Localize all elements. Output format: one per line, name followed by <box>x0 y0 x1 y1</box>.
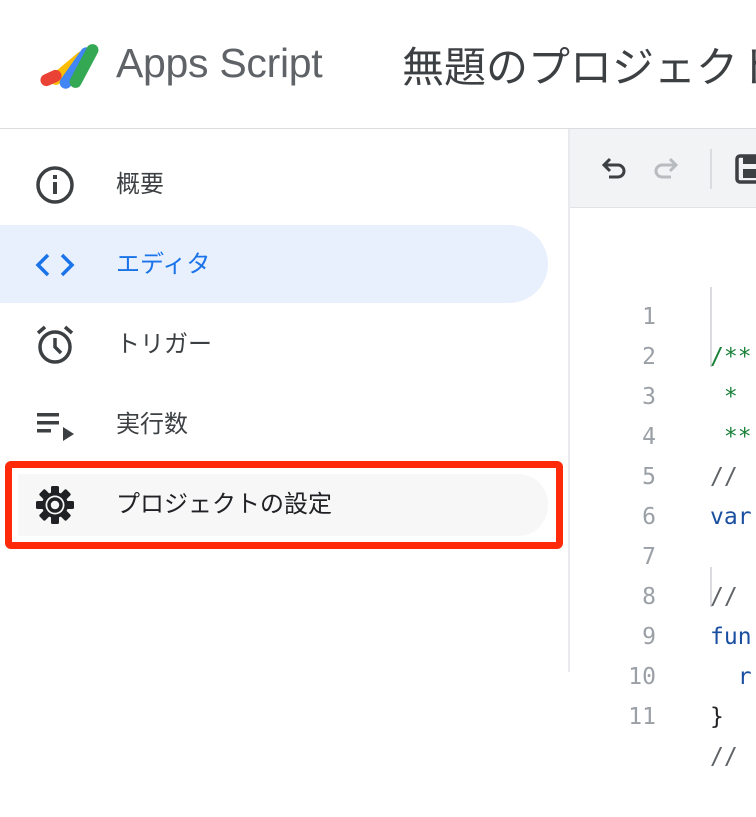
app-header: Apps Script 無題のプロジェクト <box>0 0 756 129</box>
code-text: } <box>710 704 724 730</box>
undo-icon[interactable] <box>596 151 630 185</box>
sidebar-item-editor[interactable]: エディタ <box>0 225 548 303</box>
toolbar-separator <box>710 149 712 189</box>
editor-toolbar <box>570 129 756 208</box>
project-title[interactable]: 無題のプロジェクト <box>402 34 756 95</box>
sidebar-nav: 概要 エディタ トリガー 実行数 <box>0 129 568 672</box>
code-line: 10 } <box>570 617 756 730</box>
code-line: 3 ** <box>570 337 756 450</box>
sidebar-item-project-settings[interactable]: プロジェクトの設定 <box>0 465 548 543</box>
code-text: // <box>710 744 738 770</box>
code-line: 9 r <box>570 577 756 690</box>
save-icon[interactable] <box>734 151 756 185</box>
line-number: 11 <box>628 704 656 730</box>
code-line: 11 // <box>570 657 756 770</box>
code-line: 6 <box>570 457 756 530</box>
apps-script-logo[interactable] <box>38 36 104 92</box>
code-line: 4 // <box>570 377 756 490</box>
code-line: 5 var <box>570 417 756 530</box>
alarm-clock-icon <box>36 325 74 364</box>
code-line: 1 /** <box>570 257 756 370</box>
sidebar-item-overview[interactable]: 概要 <box>0 145 548 223</box>
sidebar-item-triggers[interactable]: トリガー <box>0 305 548 383</box>
info-icon <box>36 166 74 204</box>
app-name[interactable]: Apps Script <box>116 40 323 87</box>
sidebar-item-label: エディタ <box>116 250 211 278</box>
sidebar-item-label: 実行数 <box>116 410 188 438</box>
code-line: 7 // . <box>570 497 756 610</box>
sidebar-item-label: プロジェクトの設定 <box>116 490 332 518</box>
code-line: 8 fun <box>570 537 756 650</box>
redo-icon[interactable] <box>650 151 684 185</box>
code-editor-panel: 1 /** 2 * 3 ** 4 // 5 var 6 7 // . 8 <box>570 129 756 770</box>
sidebar-item-executions[interactable]: 実行数 <box>0 385 548 463</box>
sidebar-item-label: トリガー <box>116 330 212 358</box>
sidebar-item-label: 概要 <box>116 170 164 198</box>
gear-icon <box>36 486 74 524</box>
code-line: 2 * <box>570 297 756 410</box>
executions-list-icon <box>37 413 74 441</box>
code-icon <box>35 253 75 277</box>
